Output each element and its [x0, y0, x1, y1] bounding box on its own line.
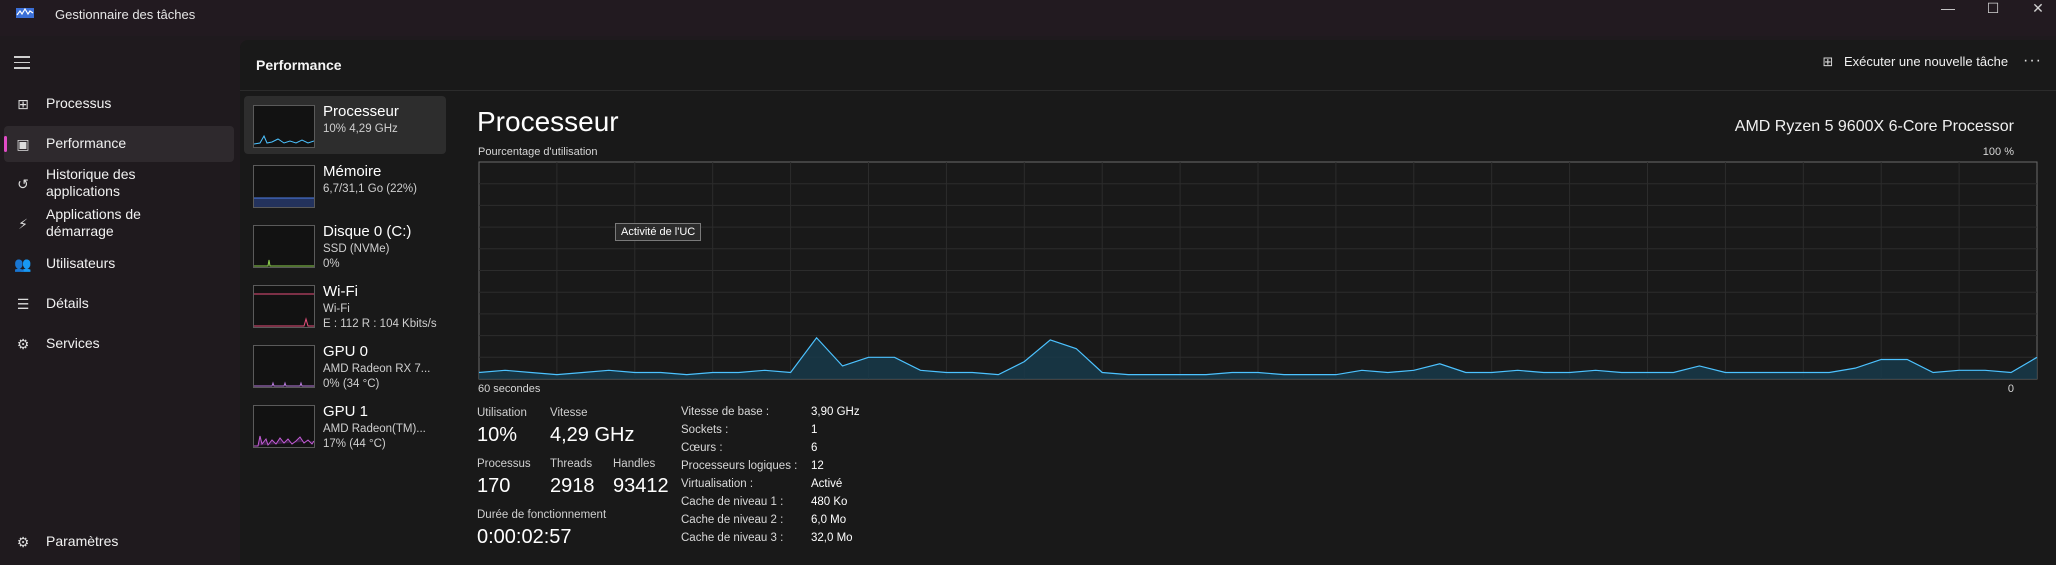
cpu-usage-graph [478, 161, 2038, 380]
resource-detail: 0% (34 °C) [323, 378, 380, 390]
resource-disk[interactable]: Disque 0 (C:) SSD (NVMe) 0% [244, 216, 446, 274]
sidebar-item-label: Services [46, 335, 100, 351]
cpu-model: AMD Ryzen 5 9600X 6-Core Processor [1734, 118, 2014, 135]
spec-value: 6,0 Mo [811, 514, 847, 526]
sidebar-item-label: Détails [46, 295, 89, 311]
processes-icon: ⊞ [17, 96, 29, 112]
graph-tooltip: Activité de l'UC [615, 223, 702, 241]
wifi-thumbnail [253, 285, 315, 328]
resource-memory[interactable]: Mémoire 6,7/31,1 Go (22%) [244, 156, 446, 214]
processes-label: Processus [477, 458, 531, 470]
threads-label: Threads [550, 458, 593, 470]
page-title: Performance [256, 57, 342, 73]
active-indicator [4, 136, 7, 152]
spec-label: Cache de niveau 3 : [681, 532, 784, 544]
resource-detail: E : 112 R : 104 Kbits/s [323, 318, 437, 330]
resource-detail: 17% (44 °C) [323, 438, 386, 450]
spec-label: Processeurs logiques : [681, 460, 798, 472]
resource-detail: AMD Radeon RX 7... [323, 363, 431, 375]
cpu-detail-content: Processeur AMD Ryzen 5 9600X 6-Core Proc… [475, 0, 2038, 565]
sidebar-item-performance[interactable]: ▣ Performance [4, 126, 234, 162]
resource-detail: Wi-Fi [323, 303, 350, 315]
uptime-label: Durée de fonctionnement [477, 509, 607, 521]
resource-name: Disque 0 (C:) [323, 223, 412, 240]
resource-name: Mémoire [323, 163, 382, 180]
speed-value: 4,29 GHz [550, 424, 635, 446]
sidebar-item-label: Performance [46, 135, 127, 151]
graph-y-max: 100 % [1982, 146, 2014, 158]
resource-cpu[interactable]: Processeur 10% 4,29 GHz [244, 96, 446, 154]
spec-value: 6 [811, 442, 818, 454]
resource-gpu1[interactable]: GPU 1 AMD Radeon(TM)... 17% (44 °C) [244, 396, 446, 454]
history-icon: ↺ [17, 176, 29, 192]
uptime-value: 0:00:02:57 [477, 526, 572, 548]
startup-icon: ⚡ [18, 216, 28, 232]
spec-value: 3,90 GHz [811, 406, 860, 418]
sidebar-nav: ⊞ Processus ▣ Performance ↺ Historique d… [0, 36, 240, 565]
task-manager-app-icon [16, 7, 34, 18]
sidebar-item-label: Utilisateurs [46, 255, 116, 271]
resource-gpu0[interactable]: GPU 0 AMD Radeon RX 7... 0% (34 °C) [244, 336, 446, 394]
sidebar-item-users[interactable]: 👥 Utilisateurs [4, 246, 234, 282]
resource-name: Processeur [323, 103, 399, 120]
spec-label: Cache de niveau 2 : [681, 514, 784, 526]
spec-label: Sockets : [681, 424, 729, 436]
graph-y-label: Pourcentage d'utilisation [478, 146, 598, 158]
resource-detail: 6,7/31,1 Go (22%) [323, 183, 417, 195]
resource-detail: 10% 4,29 GHz [323, 123, 398, 135]
gpu1-thumbnail [253, 405, 315, 448]
sidebar-item-startup[interactable]: ⚡ Applications de démarrage [4, 206, 234, 242]
resource-detail: SSD (NVMe) [323, 243, 390, 255]
sidebar-item-processus[interactable]: ⊞ Processus [4, 86, 234, 122]
sidebar-item-label: Applications de démarrage [46, 206, 141, 239]
gpu0-thumbnail [253, 345, 315, 388]
cpu-thumbnail [253, 105, 315, 148]
spec-value: 12 [811, 460, 824, 472]
performance-icon: ▣ [16, 136, 30, 152]
handles-value: 93412 [613, 475, 669, 497]
services-icon: ⚙ [16, 336, 30, 352]
cpu-heading: Processeur [477, 106, 619, 137]
utilisation-value: 10% [477, 424, 518, 446]
spec-label: Cache de niveau 1 : [681, 496, 784, 508]
resource-detail: AMD Radeon(TM)... [323, 423, 426, 435]
resource-name: GPU 1 [323, 403, 369, 420]
users-icon: 👥 [14, 256, 32, 272]
spec-value: 32,0 Mo [811, 532, 853, 544]
spec-label: Virtualisation : [681, 478, 754, 490]
utilisation-label: Utilisation [477, 407, 527, 419]
graph-x-left-label: 60 secondes [478, 383, 541, 395]
disk-thumbnail [253, 225, 315, 268]
spec-value: 1 [811, 424, 818, 436]
sidebar-item-settings[interactable]: ⚙ Paramètres [4, 524, 234, 560]
resource-name: Wi-Fi [323, 283, 358, 300]
handles-label: Handles [613, 458, 656, 470]
processes-value: 170 [477, 475, 511, 497]
memory-thumbnail [253, 165, 315, 208]
spec-label: Cœurs : [681, 442, 723, 454]
resource-detail: 0% [323, 258, 340, 270]
resource-name: GPU 0 [323, 343, 369, 360]
hamburger-icon[interactable] [14, 56, 30, 69]
sidebar-item-label: Processus [46, 95, 112, 111]
spec-value: Activé [811, 478, 843, 490]
sidebar-item-label: Paramètres [46, 533, 119, 549]
sidebar-item-label: Historique des applications [46, 166, 136, 199]
spec-value: 480 Ko [811, 496, 848, 508]
window-title: Gestionnaire des tâches [55, 7, 196, 22]
threads-value: 2918 [550, 475, 595, 497]
sidebar-item-details[interactable]: ☰ Détails [4, 286, 234, 322]
graph-x-right-label: 0 [2007, 383, 2014, 395]
settings-icon: ⚙ [16, 534, 30, 550]
spec-label: Vitesse de base : [681, 406, 770, 418]
sidebar-item-services[interactable]: ⚙ Services [4, 326, 234, 362]
resource-wifi[interactable]: Wi-Fi Wi-Fi E : 112 R : 104 Kbits/s [244, 276, 446, 334]
details-icon: ☰ [16, 296, 30, 312]
speed-label: Vitesse [550, 407, 588, 419]
sidebar-item-history[interactable]: ↺ Historique des applications [4, 166, 234, 202]
